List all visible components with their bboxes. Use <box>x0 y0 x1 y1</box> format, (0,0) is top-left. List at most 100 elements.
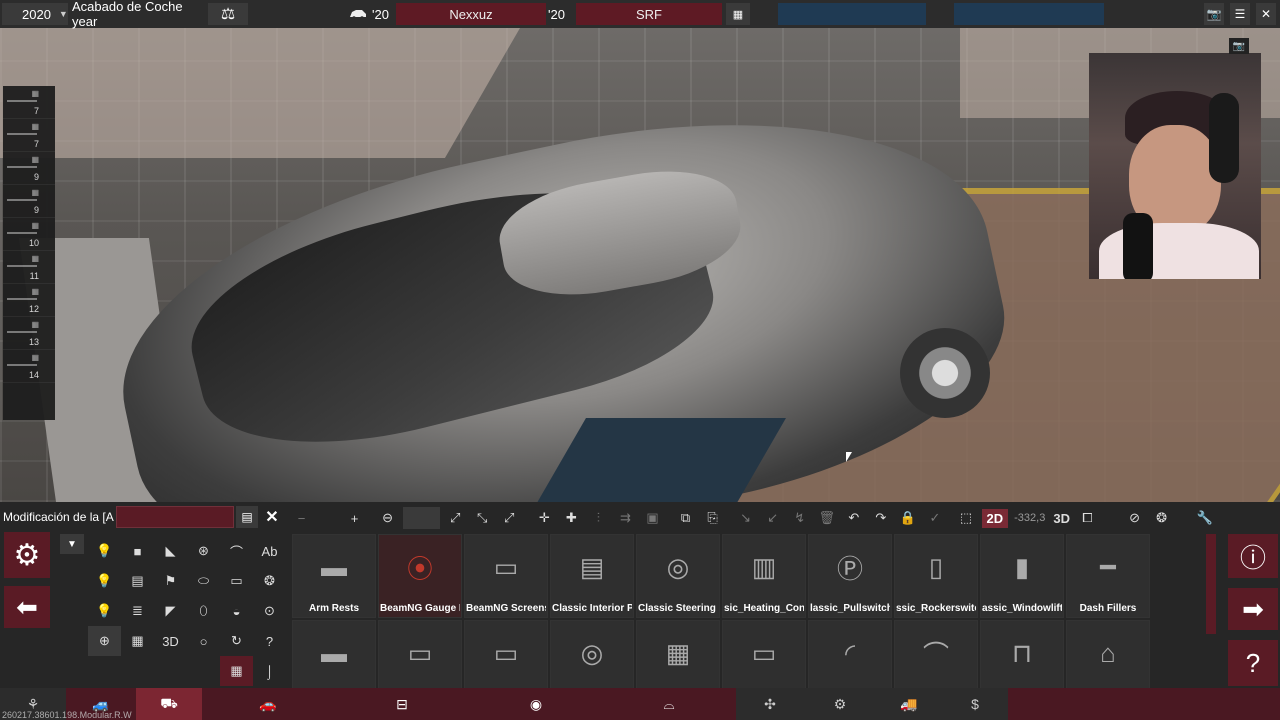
3d-button[interactable]: 3D <box>154 626 187 656</box>
collapse-button[interactable]: ▼ <box>60 534 84 554</box>
back-button[interactable]: ⬅ <box>4 586 50 628</box>
manufacturer-field[interactable]: Nexxuz <box>396 3 546 25</box>
view-3d-icon[interactable]: ⬚ <box>954 507 977 529</box>
vent-icon[interactable]: ≣ <box>121 596 154 626</box>
left-rail-item[interactable]: ▦ 11 <box>3 251 55 284</box>
mirror-icon[interactable]: ⇉ <box>614 507 637 529</box>
part-tile[interactable]: ▮ assic_Windowlifte <box>980 534 1064 618</box>
part-tile[interactable]: ▭ BeamNG Screens <box>464 534 548 618</box>
scale-button[interactable]: ⚖ <box>208 3 248 25</box>
scale-x-icon[interactable]: ⤢ <box>444 507 467 529</box>
undo-icon[interactable]: ↶ <box>842 507 865 529</box>
left-rail-item[interactable]: ▦ 7 <box>3 119 55 152</box>
settings-button[interactable]: ⚙ <box>4 532 50 578</box>
circle-icon[interactable]: ○ <box>187 626 220 656</box>
light2-icon[interactable]: 💡 <box>88 566 121 596</box>
layer-icon[interactable]: ⊕ <box>88 626 121 656</box>
handle-icon[interactable]: ⬯ <box>187 596 220 626</box>
camera-frame-icon[interactable]: ⧠ <box>1076 507 1099 529</box>
grille-icon[interactable]: ▤ <box>121 566 154 596</box>
badge-icon[interactable]: ⊛ <box>187 536 220 566</box>
close-icon[interactable]: ✕ <box>1256 3 1276 25</box>
exhaust-icon[interactable]: ⊙ <box>253 596 286 626</box>
trash-icon[interactable]: 🗑 <box>815 507 838 529</box>
scale-z-icon[interactable]: ⤢ <box>498 507 521 529</box>
plate-icon[interactable]: ▭ <box>220 566 253 596</box>
left-rail-item[interactable]: ▦ 9 <box>3 152 55 185</box>
search-input[interactable] <box>116 506 234 528</box>
copy-icon[interactable]: ⧉ <box>674 507 697 529</box>
pin2-icon[interactable]: ↙ <box>761 507 784 529</box>
wheel-icon[interactable]: ❂ <box>1150 507 1173 529</box>
left-rail-item[interactable]: ▦ 14 <box>3 350 55 383</box>
help-button[interactable]: ? <box>1228 640 1278 686</box>
redo-icon[interactable]: ↷ <box>869 507 892 529</box>
nav-export-icon[interactable]: 🚚 <box>876 688 942 720</box>
flag-icon[interactable]: ⚑ <box>154 566 187 596</box>
plus-icon[interactable]: + <box>343 507 366 529</box>
help-icon[interactable]: ? <box>253 626 286 656</box>
part-tile[interactable]: ▥ sic_Heating_Contr <box>722 534 806 618</box>
snap-icon[interactable]: ⫶ <box>587 507 610 529</box>
seat-icon[interactable]: ◒ <box>220 596 253 626</box>
oval-icon[interactable]: ⬭ <box>187 566 220 596</box>
move-plane-icon[interactable]: ✚ <box>560 507 583 529</box>
camera-icon[interactable]: 📷 <box>1204 3 1224 25</box>
left-rail-item[interactable]: ▦ 7 <box>3 86 55 119</box>
list-view-button[interactable]: ▤ <box>236 506 258 528</box>
refresh-icon[interactable]: ↻ <box>220 626 253 656</box>
nav-interior-icon[interactable]: ⌓ <box>602 688 736 720</box>
hide-icon[interactable]: ⊘ <box>1123 507 1146 529</box>
nav-suspension-icon[interactable]: ⚙ <box>804 688 876 720</box>
scale-y-icon[interactable]: ⤡ <box>471 507 494 529</box>
left-rail-item[interactable]: ▦ 10 <box>3 218 55 251</box>
part-tile[interactable]: ⦿ BeamNG Gauge Lights <box>378 534 462 618</box>
left-rail-item[interactable]: ▦ 12 <box>3 284 55 317</box>
nav-car-icon[interactable]: 🚗 <box>202 688 334 720</box>
nav-fixtures-icon[interactable]: ◉ <box>470 688 602 720</box>
wiper-icon[interactable]: ⌒ <box>220 536 253 566</box>
info-button[interactable]: ⓘ <box>1228 534 1278 578</box>
paste-icon[interactable]: ⎘ <box>701 507 724 529</box>
mirror-icon[interactable]: ◤ <box>154 596 187 626</box>
clear-search-button[interactable]: ✕ <box>262 506 282 528</box>
view-2d-button[interactable]: 2D <box>981 508 1009 528</box>
blue-field-1[interactable] <box>778 3 926 25</box>
screenshot-icon[interactable]: 📷 <box>1229 38 1249 54</box>
texture-icon[interactable]: ▦ <box>121 626 154 656</box>
part-tile[interactable]: ━ Dash Fillers <box>1066 534 1150 618</box>
wheel-icon[interactable]: ❂ <box>253 566 286 596</box>
move-icon[interactable]: ✛ <box>533 507 556 529</box>
text-button[interactable]: Ab <box>253 536 286 566</box>
year-select[interactable]: 2020 ▼ <box>2 3 68 25</box>
duplicate-icon[interactable]: ▣ <box>641 507 664 529</box>
light-icon[interactable]: 💡 <box>88 536 121 566</box>
view-3d-button[interactable]: 3D <box>1053 511 1070 526</box>
nav-market-icon[interactable]: $ <box>942 688 1008 720</box>
no-entry-icon[interactable]: ⊖ <box>376 507 399 529</box>
light3-icon[interactable]: 💡 <box>88 596 121 626</box>
pin3-icon[interactable]: ↯ <box>788 507 811 529</box>
check-icon[interactable]: ✓ <box>923 507 946 529</box>
part-tile[interactable]: ◎ Classic Steering Wheels <box>636 534 720 618</box>
nav-design-icon[interactable]: ⛟ <box>136 688 202 720</box>
nav-chassis-icon[interactable]: ✣ <box>736 688 804 720</box>
part-tile[interactable]: ▤ Classic Interior Pack <box>550 534 634 618</box>
minus-icon[interactable]: − <box>290 507 313 529</box>
part-tile[interactable]: Ⓟlassic_Pullswitche <box>808 534 892 618</box>
menu-icon[interactable]: ☰ <box>1230 3 1250 25</box>
shape-icon[interactable]: ◣ <box>154 536 187 566</box>
value-field[interactable] <box>403 507 440 529</box>
blue-field-2[interactable] <box>954 3 1104 25</box>
part-tile[interactable]: ▬ Arm Rests <box>292 534 376 618</box>
pin-icon[interactable]: ↘ <box>734 507 757 529</box>
keyboard-button[interactable]: ▦ <box>726 3 750 25</box>
square-icon[interactable]: ■ <box>121 536 154 566</box>
nav-engine-icon[interactable]: ⊟ <box>334 688 470 720</box>
next-button[interactable]: ➡ <box>1228 588 1278 630</box>
calculator-icon[interactable]: ▦ <box>220 656 253 686</box>
wrench-icon[interactable]: 🔧 <box>1193 507 1216 529</box>
parts-scrollbar[interactable] <box>1206 534 1216 634</box>
lock-icon[interactable]: 🔒 <box>896 507 919 529</box>
part-tile[interactable]: ▯ ssic_Rockerswitch <box>894 534 978 618</box>
